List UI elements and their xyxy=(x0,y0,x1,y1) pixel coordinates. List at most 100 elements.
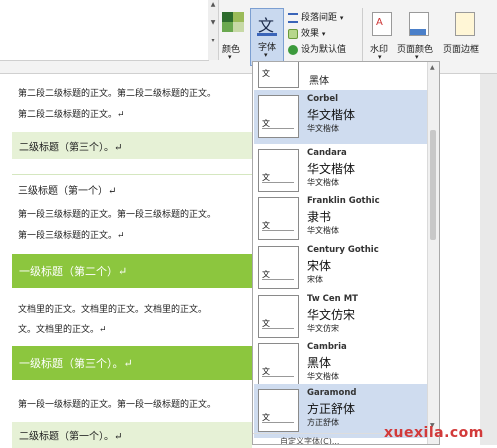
chevron-down-icon: ▾ xyxy=(264,51,268,59)
checkmark-icon xyxy=(288,45,298,55)
heading-2-text: 二级标题（第一个）。↵ xyxy=(19,431,123,443)
page-border-button[interactable]: 页面边框 xyxy=(441,10,489,66)
font-preview: 文 xyxy=(258,246,299,289)
dropdown-scrollbar[interactable]: ▲ ▼ xyxy=(427,62,439,444)
site-watermark: xuexila.com xyxy=(384,425,484,441)
font-option-name: Cambria xyxy=(307,342,347,352)
chevron-down-icon: ▾ xyxy=(321,30,326,38)
fonts-button[interactable]: 文 字体 ▾ xyxy=(250,8,284,66)
effects-label: 效果 xyxy=(301,29,320,39)
watermark-button[interactable]: A 水印 ▾ xyxy=(366,10,396,66)
font-option-body-font: 华文仿宋 xyxy=(307,324,339,333)
font-option-corbel[interactable]: 文 Corbel 华文楷体 华文楷体 xyxy=(254,90,428,144)
heading-1: 一级标题（第二个）↵ xyxy=(12,254,252,288)
paragraph-spacing-icon xyxy=(288,13,298,23)
style-gallery[interactable] xyxy=(0,0,209,61)
font-dropdown[interactable]: 文 黑体 文 Corbel 华文楷体 华文楷体 文 Candara 华文楷体 华… xyxy=(252,61,440,445)
colors-button[interactable]: 颜色 ▾ xyxy=(219,10,247,62)
font-option-name: Tw Cen MT xyxy=(307,294,358,304)
scroll-up-icon[interactable]: ▲ xyxy=(430,64,435,71)
document-area[interactable]: 第二段二级标题的正文。第二段二级标题的正文。 第二段二级标题的正文。↵ 二级标题… xyxy=(0,74,252,448)
effects-icon xyxy=(288,29,298,39)
font-option-name: Franklin Gothic xyxy=(307,196,380,206)
font-option-body-font: 华文楷体 xyxy=(307,372,339,381)
heading-2: 二级标题（第一个）。↵ xyxy=(12,422,252,448)
chevron-down-icon: ▾ xyxy=(228,53,232,61)
paragraph-spacing-label: 段落间距 xyxy=(301,13,338,23)
font-option-name: Century Gothic xyxy=(307,245,379,255)
font-option-candara[interactable]: 文 Candara 华文楷体 华文楷体 xyxy=(254,144,428,198)
font-option-name: Candara xyxy=(307,148,347,158)
font-preview: 文 xyxy=(258,62,299,88)
font-preview: 文 xyxy=(258,343,299,386)
preview-line xyxy=(262,328,294,329)
font-option-body-font: 方正舒体 xyxy=(307,418,339,427)
page-margin-area xyxy=(480,74,497,445)
chevron-down-icon: ▾ xyxy=(415,53,419,61)
scroll-down-icon[interactable]: ▼ xyxy=(208,18,218,28)
heading-1: 一级标题（第三个）。↵ xyxy=(12,346,252,380)
font-option-heading-font: 华文楷体 xyxy=(307,108,356,122)
scrollbar-thumb[interactable] xyxy=(430,130,436,240)
gallery-more-icon[interactable]: ▾ xyxy=(208,36,218,46)
font-option-heading-font: 隶书 xyxy=(307,210,332,224)
paragraph-spacing-button[interactable]: 段落间距 ▾ xyxy=(287,10,359,26)
page-border-icon xyxy=(455,12,475,36)
divider xyxy=(12,174,252,175)
gallery-scrollbar[interactable]: ▲ ▼ ▾ xyxy=(208,0,219,60)
page-color-icon xyxy=(409,12,429,36)
scroll-up-icon[interactable]: ▲ xyxy=(208,0,218,10)
preview-line xyxy=(262,279,294,280)
font-option-name: Garamond xyxy=(307,388,357,398)
font-option-name: Corbel xyxy=(307,94,339,104)
font-preview: 文 xyxy=(258,389,299,432)
body-text: 第一段三级标题的正文。第一段三级标题的正文。 xyxy=(18,210,217,220)
page-color-button[interactable]: 页面颜色 ▾ xyxy=(397,10,439,66)
set-default-button[interactable]: 设为默认值 xyxy=(287,42,359,58)
heading-1-text: 一级标题（第二个）↵ xyxy=(19,265,128,278)
custom-fonts-label: 自定义字体(C)... xyxy=(280,437,340,445)
watermark-icon: A xyxy=(372,12,392,36)
font-option-body-font: 华文楷体 xyxy=(307,178,339,187)
font-option-body-font: 华文楷体 xyxy=(307,124,339,133)
heading-3-text: 三级标题（第一个）↵ xyxy=(18,186,117,197)
font-option-body-font: 华文楷体 xyxy=(307,226,339,235)
font-option-heading-font: 宋体 xyxy=(307,259,332,273)
font-option-heading-font: 华文楷体 xyxy=(307,162,356,176)
preview-line xyxy=(262,182,294,183)
font-preview: 文 xyxy=(258,295,299,338)
heading-2-text: 二级标题（第三个）。↵ xyxy=(19,142,123,153)
preview-line xyxy=(262,128,294,129)
heading-2: 二级标题（第三个）。↵ xyxy=(12,132,252,159)
font-option-franklin-gothic[interactable]: 文 Franklin Gothic 隶书 华文楷体 xyxy=(254,192,428,246)
effects-button[interactable]: 效果 ▾ xyxy=(287,26,359,42)
font-option-cjk: 黑体 xyxy=(309,76,329,87)
set-default-label: 设为默认值 xyxy=(301,45,347,55)
font-option-heading-font: 黑体 xyxy=(307,356,332,370)
group-divider xyxy=(362,8,363,64)
body-text: 第一段三级标题的正文。↵ xyxy=(18,231,125,241)
body-text: 第二段二级标题的正文。第二段二级标题的正文。 xyxy=(18,89,217,99)
font-option-body-font: 宋体 xyxy=(307,275,323,284)
font-preview: 文 xyxy=(258,95,299,138)
font-option-heading-font: 华文仿宋 xyxy=(307,308,356,322)
body-text: 第二段二级标题的正文。↵ xyxy=(18,110,125,120)
preview-line xyxy=(262,422,294,423)
heading-1-text: 一级标题（第三个）。↵ xyxy=(19,357,133,370)
preview-line xyxy=(262,376,294,377)
font-preview: 文 xyxy=(258,149,299,192)
font-option-tw-cen-mt[interactable]: 文 Tw Cen MT 华文仿宋 华文仿宋 xyxy=(254,290,428,344)
body-text: 文。文档里的正文。↵ xyxy=(18,325,107,335)
font-underline-icon xyxy=(257,33,277,36)
chevron-down-icon: ▾ xyxy=(378,53,382,61)
page-border-label: 页面边框 xyxy=(443,45,480,55)
preview-line xyxy=(262,230,294,231)
chevron-down-icon: ▾ xyxy=(339,14,344,22)
body-text: 第一段一级标题的正文。第一段一级标题的正文。 xyxy=(18,400,217,410)
color-palette-icon xyxy=(222,12,244,32)
body-text: 文档里的正文。文档里的正文。文档里的正文。 xyxy=(18,305,208,315)
preview-glyph: 文 xyxy=(262,69,270,78)
font-option-century-gothic[interactable]: 文 Century Gothic 宋体 宋体 xyxy=(254,241,428,295)
font-preview: 文 xyxy=(258,197,299,240)
font-option-heading-font: 方正舒体 xyxy=(307,402,356,416)
